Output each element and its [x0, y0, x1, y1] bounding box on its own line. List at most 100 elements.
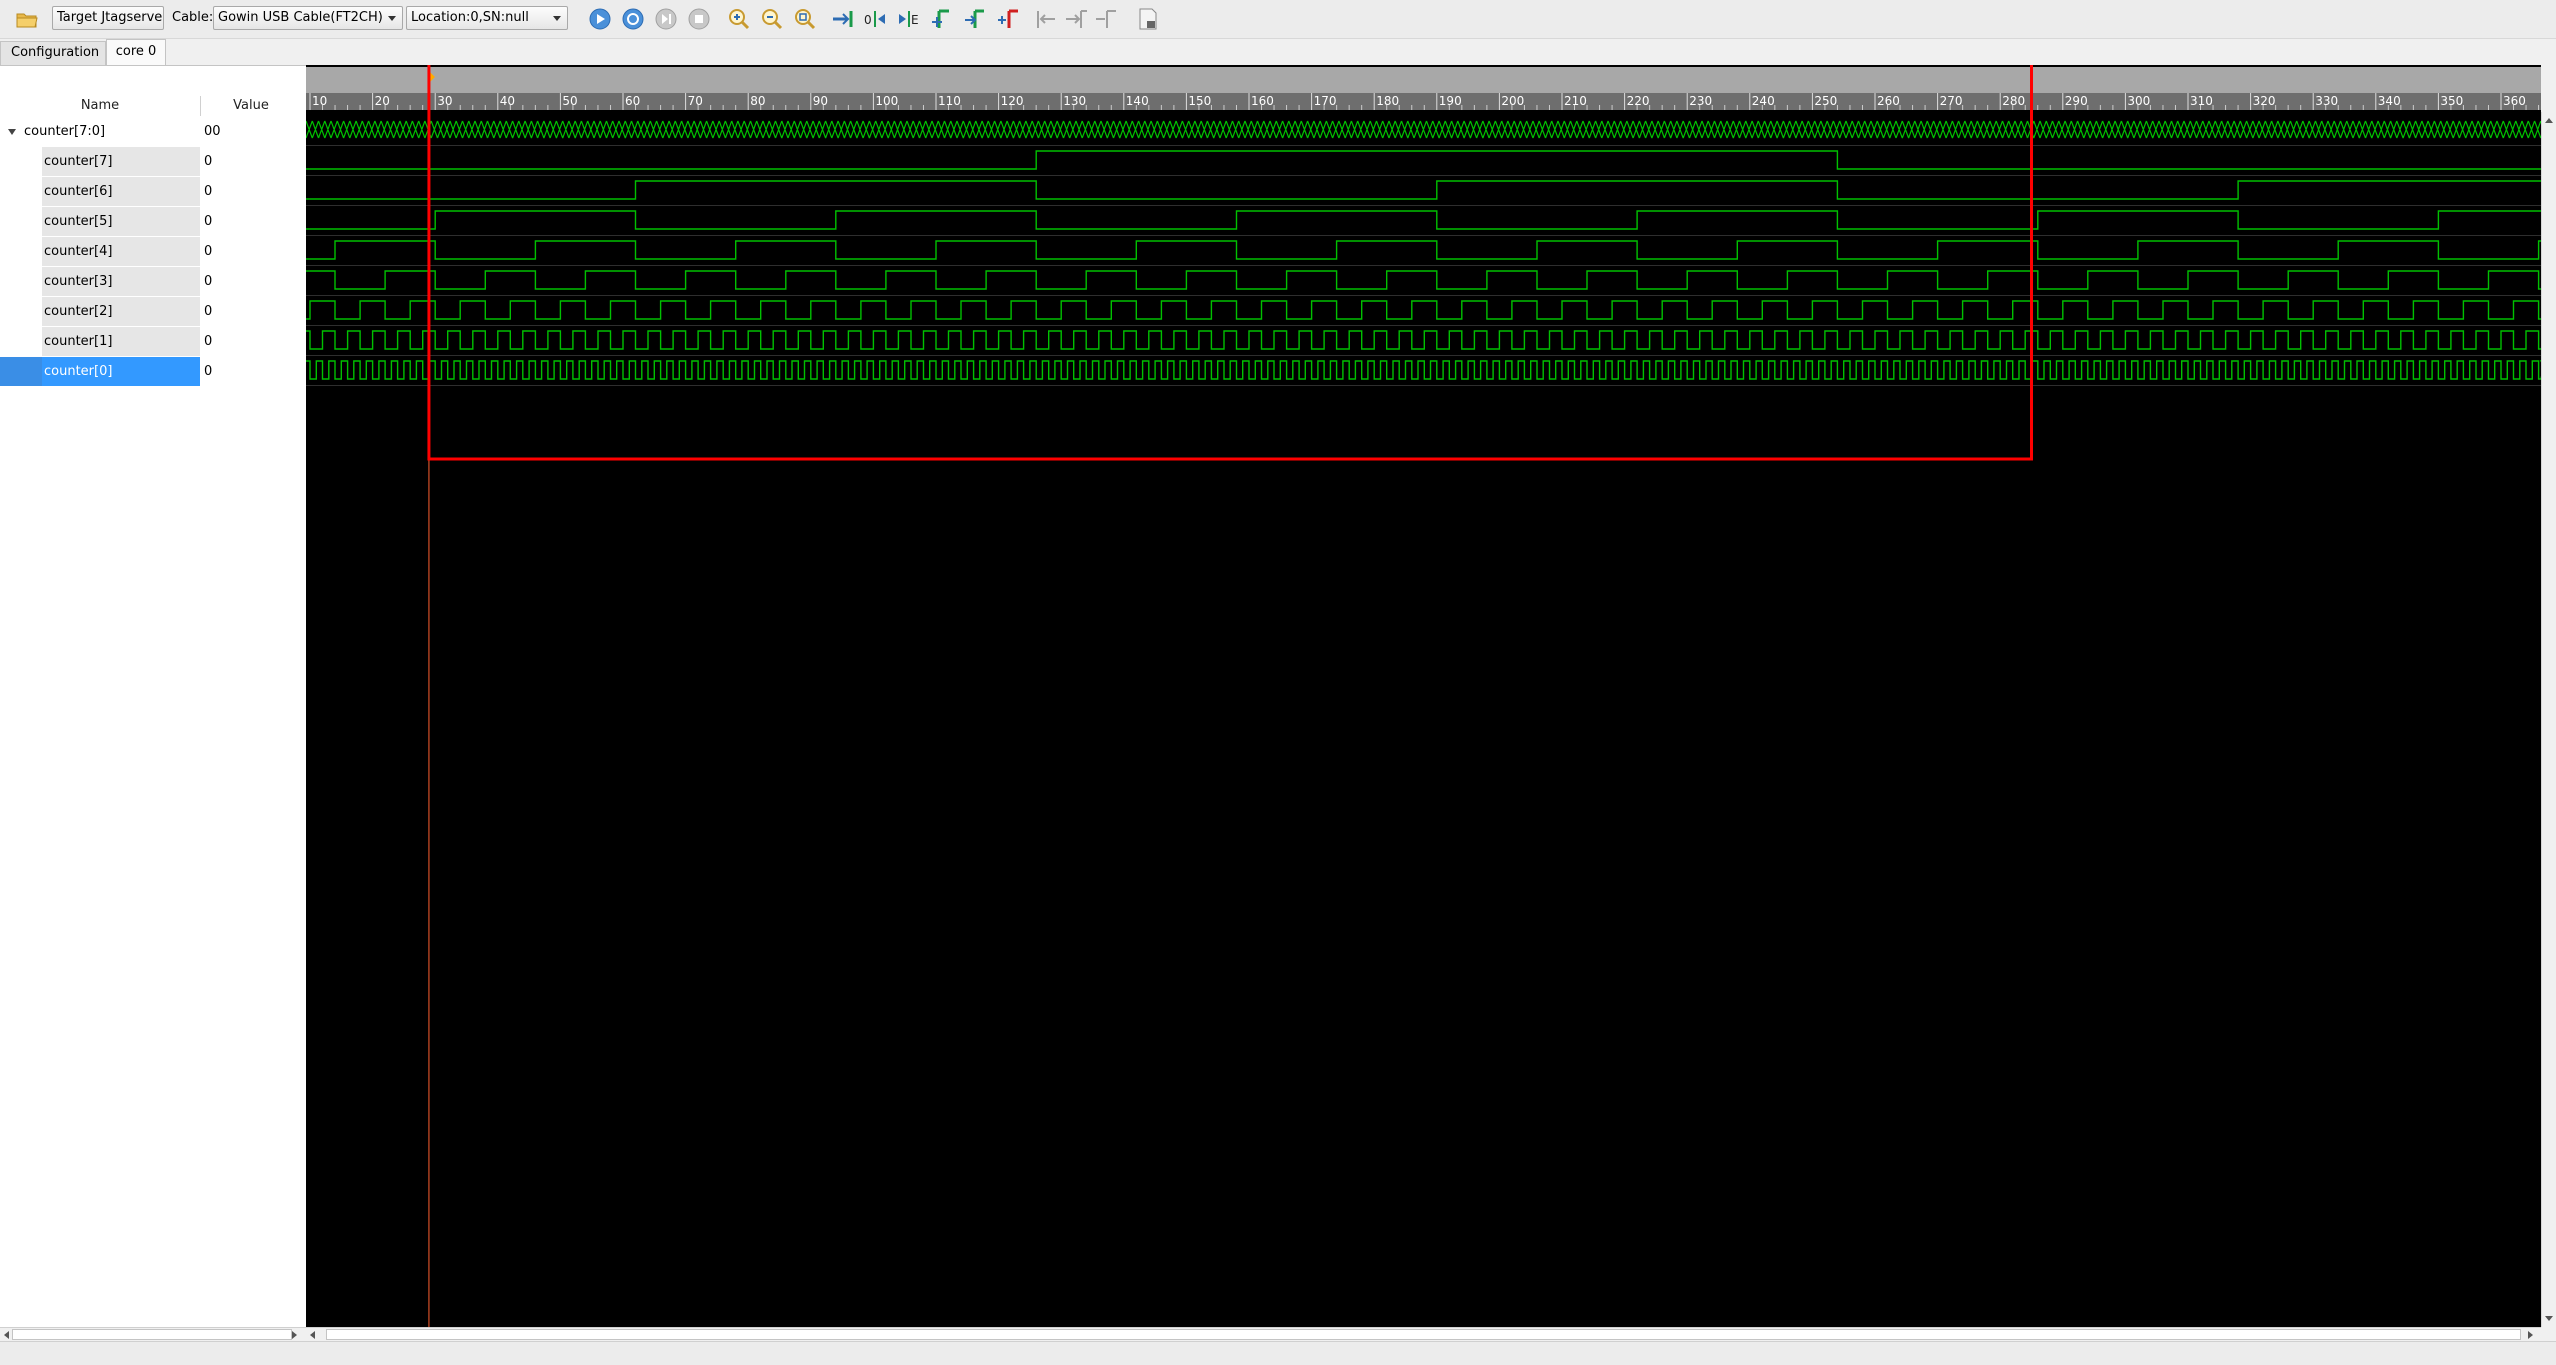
target-jtagserver-button[interactable]: Target Jtagserver — [52, 6, 164, 30]
signal-name: counter[3] — [42, 267, 200, 296]
tab-core-0[interactable]: core 0 — [106, 39, 166, 65]
ruler-tick-label: 270 — [1940, 94, 1963, 108]
auto-run-icon[interactable] — [620, 6, 646, 32]
waveform-view[interactable]: 10 20 30 40 50 60 70 80 90 100 110 120 130 140 150 160 1… — [306, 65, 2541, 1327]
waveform-canvas[interactable]: 10 20 30 40 50 60 70 80 90 100 110 120 130 140 150 160 1… — [306, 65, 2541, 1327]
signal-value: 0 — [204, 154, 213, 169]
value-column-header[interactable]: Value — [201, 96, 301, 116]
ruler-tick-label: 40 — [500, 94, 515, 108]
ruler-tick-label: 10 — [312, 94, 327, 108]
location-select[interactable]: Location:0,SN:null — [406, 6, 568, 30]
next-marker-icon[interactable] — [962, 6, 988, 32]
signal-name: counter[1] — [42, 327, 200, 356]
signal-row[interactable]: counter[6] 0 — [0, 177, 306, 207]
ruler-tick-label: 200 — [1501, 94, 1524, 108]
ruler-tick-label: 70 — [688, 94, 703, 108]
scrollbar-thumb[interactable] — [326, 1329, 2521, 1340]
ruler-tick-label: 320 — [2253, 94, 2276, 108]
ruler-tick-label: 340 — [2378, 94, 2401, 108]
vertical-scrollbar[interactable] — [2541, 112, 2556, 1327]
zoom-fit-icon[interactable] — [792, 6, 818, 32]
marker-right-icon[interactable] — [1063, 6, 1089, 32]
ruler-tick-label: 80 — [750, 94, 765, 108]
go-to-begin-icon[interactable]: 0 — [863, 6, 889, 32]
scroll-right-icon[interactable] — [2528, 1331, 2533, 1339]
ruler-tick-label: 170 — [1314, 94, 1337, 108]
ruler-tick-label: 20 — [375, 94, 390, 108]
signal-row[interactable]: counter[2] 0 — [0, 297, 306, 327]
signal-row[interactable]: counter[5] 0 — [0, 207, 306, 237]
signal-value: 0 — [204, 214, 213, 229]
scroll-right-icon[interactable] — [292, 1331, 297, 1339]
signal-name: counter[0] — [42, 357, 200, 386]
signal-name: counter[6] — [42, 177, 200, 206]
open-folder-icon[interactable] — [14, 6, 40, 32]
signal-value: 0 — [204, 244, 213, 259]
zoom-out-icon[interactable] — [759, 6, 785, 32]
go-to-end-icon[interactable]: E — [896, 6, 922, 32]
scrollbar-thumb[interactable] — [12, 1329, 292, 1340]
signal-name: counter[4] — [42, 237, 200, 266]
ruler-tick-label: 100 — [875, 94, 898, 108]
export-icon[interactable] — [1135, 6, 1161, 32]
ruler-tick-label: 130 — [1063, 94, 1086, 108]
run-icon[interactable] — [587, 6, 613, 32]
ruler-tick-label: 360 — [2503, 94, 2526, 108]
signal-value: 0 — [204, 274, 213, 289]
bus-row-counter[interactable]: counter[7:0] 00 — [0, 117, 306, 147]
svg-text:0: 0 — [864, 13, 872, 27]
scroll-down-icon[interactable] — [2545, 1316, 2553, 1321]
signal-value: 00 — [204, 124, 221, 139]
prev-marker-icon[interactable] — [995, 6, 1021, 32]
location-select-value: Location:0,SN:null — [411, 10, 529, 25]
ruler-tick-label: 140 — [1126, 94, 1149, 108]
add-marker-icon[interactable] — [929, 6, 955, 32]
ruler-tick-label: 350 — [2440, 94, 2463, 108]
marker-remove-icon[interactable] — [1093, 6, 1119, 32]
waveform-horizontal-scrollbar[interactable] — [306, 1327, 2541, 1341]
step-icon[interactable] — [653, 6, 679, 32]
tab-configuration[interactable]: Configuration — [0, 41, 106, 65]
signal-row[interactable]: counter[7] 0 — [0, 147, 306, 177]
svg-text:E: E — [911, 13, 919, 27]
stop-icon[interactable] — [686, 6, 712, 32]
ruler-tick-label: 310 — [2190, 94, 2213, 108]
marker-left-icon[interactable] — [1033, 6, 1059, 32]
ruler-tick-label: 160 — [1251, 94, 1274, 108]
ruler-tick-label: 280 — [2002, 94, 2025, 108]
overview-bar — [306, 67, 2541, 93]
scroll-up-icon[interactable] — [2545, 118, 2553, 123]
zoom-in-icon[interactable] — [726, 6, 752, 32]
toolbar: Target Jtagserver Cable: Gowin USB Cable… — [0, 0, 2556, 39]
signal-row-selected[interactable]: counter[0] 0 — [0, 357, 306, 387]
ruler-tick-label: 300 — [2127, 94, 2150, 108]
ruler-tick-label: 60 — [625, 94, 640, 108]
signal-name: counter[5] — [42, 207, 200, 236]
signal-name: counter[2] — [42, 297, 200, 326]
signal-row[interactable]: counter[4] 0 — [0, 237, 306, 267]
ruler-tick-label: 330 — [2315, 94, 2338, 108]
signal-row[interactable]: counter[1] 0 — [0, 327, 306, 357]
tab-bar: Configuration core 0 — [0, 39, 2556, 65]
ruler-tick-label: 190 — [1439, 94, 1462, 108]
ruler-tick-label: 210 — [1564, 94, 1587, 108]
scroll-left-icon[interactable] — [4, 1331, 9, 1339]
signal-value: 0 — [204, 364, 213, 379]
signal-value: 0 — [204, 334, 213, 349]
cable-select[interactable]: Gowin USB Cable(FT2CH) — [213, 6, 403, 30]
signal-value: 0 — [204, 304, 213, 319]
ruler-tick-label: 240 — [1752, 94, 1775, 108]
signal-list-horizontal-scrollbar[interactable] — [0, 1327, 306, 1341]
scroll-left-icon[interactable] — [310, 1331, 315, 1339]
go-to-trigger-icon[interactable] — [830, 6, 856, 32]
name-column-header[interactable]: Name — [0, 96, 200, 116]
expand-collapse-icon[interactable] — [8, 129, 16, 135]
signal-row[interactable]: counter[3] 0 — [0, 267, 306, 297]
status-bar — [0, 1341, 2556, 1365]
ruler-tick-label: 90 — [813, 94, 828, 108]
ruler-tick-label: 120 — [1001, 94, 1024, 108]
ruler-tick-label: 290 — [2065, 94, 2088, 108]
signal-value: 0 — [204, 184, 213, 199]
signal-name: counter[7] — [42, 147, 200, 176]
signal-name: counter[7:0] — [22, 117, 200, 146]
